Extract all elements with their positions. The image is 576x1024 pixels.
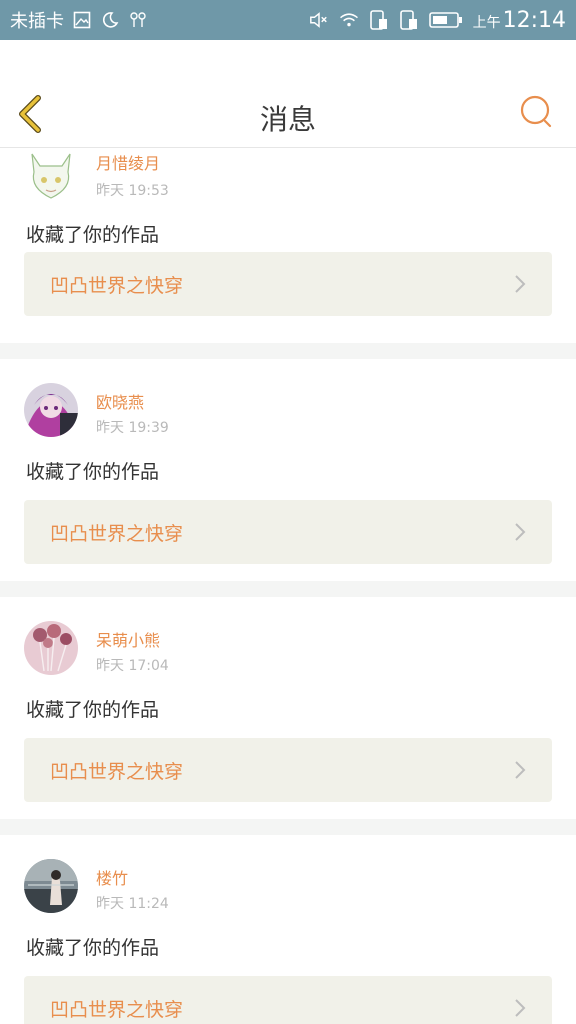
search-icon	[520, 95, 552, 128]
message-action: 收藏了你的作品	[26, 224, 160, 246]
signal-1-icon	[369, 10, 389, 30]
message-time: 昨天 17:04	[96, 658, 169, 674]
signal-2-icon	[399, 10, 419, 30]
carrier-text: 未插卡	[10, 11, 64, 32]
message-time: 昨天 11:24	[96, 896, 169, 912]
moon-icon	[100, 10, 120, 30]
image-icon	[72, 10, 92, 30]
wifi-icon	[339, 10, 359, 30]
message-card[interactable]: 楼竹 昨天 11:24 收藏了你的作品 凹凸世界之快穿	[0, 835, 576, 1024]
chevron-right-icon	[515, 761, 526, 779]
message-action: 收藏了你的作品	[26, 699, 160, 721]
work-link[interactable]: 凹凸世界之快穿	[24, 976, 552, 1024]
user-name[interactable]: 欧晓燕	[96, 389, 144, 413]
work-link[interactable]: 凹凸世界之快穿	[24, 738, 552, 802]
page-title: 消息	[259, 103, 316, 136]
ampm-text: 上午	[472, 14, 501, 31]
card-divider	[0, 819, 576, 835]
app-header: 消息	[0, 40, 576, 148]
message-time: 昨天 19:53	[96, 183, 169, 199]
user-name[interactable]: 呆萌小熊	[96, 627, 160, 651]
battery-icon	[428, 10, 463, 30]
user-name[interactable]: 楼竹	[96, 865, 128, 889]
avatar[interactable]	[24, 383, 78, 437]
avatar[interactable]	[24, 859, 78, 913]
chevron-right-icon	[515, 999, 526, 1017]
message-action: 收藏了你的作品	[26, 461, 160, 483]
message-time: 昨天 19:39	[96, 420, 169, 436]
avatar[interactable]	[24, 621, 78, 675]
avatar[interactable]	[24, 148, 78, 202]
message-card[interactable]: 呆萌小熊 昨天 17:04 收藏了你的作品 凹凸世界之快穿	[0, 597, 576, 819]
card-divider	[0, 581, 576, 597]
work-link[interactable]: 凹凸世界之快穿	[24, 500, 552, 564]
chevron-right-icon	[515, 275, 526, 293]
work-title: 凹凸世界之快穿	[50, 522, 184, 545]
clock-text: 12:14	[502, 7, 566, 33]
work-title: 凹凸世界之快穿	[50, 274, 184, 297]
notification-icon	[128, 10, 148, 30]
work-title: 凹凸世界之快穿	[50, 760, 184, 783]
message-card[interactable]: 欧晓燕 昨天 19:39 收藏了你的作品 凹凸世界之快穿	[0, 359, 576, 581]
work-title: 凹凸世界之快穿	[50, 998, 184, 1021]
card-divider	[0, 343, 576, 359]
mute-icon	[309, 10, 329, 30]
status-bar: 未插卡 上午12:14	[0, 0, 576, 40]
user-name[interactable]: 月惜绫月	[96, 150, 160, 174]
work-link[interactable]: 凹凸世界之快穿	[24, 252, 552, 316]
search-button[interactable]	[518, 94, 554, 130]
message-list: 月惜绫月 昨天 19:53 收藏了你的作品 凹凸世界之快穿 欧晓燕 昨天 19:…	[0, 148, 576, 1024]
message-card[interactable]: 月惜绫月 昨天 19:53 收藏了你的作品 凹凸世界之快穿	[0, 148, 576, 328]
message-action: 收藏了你的作品	[26, 937, 160, 959]
chevron-right-icon	[515, 523, 526, 541]
